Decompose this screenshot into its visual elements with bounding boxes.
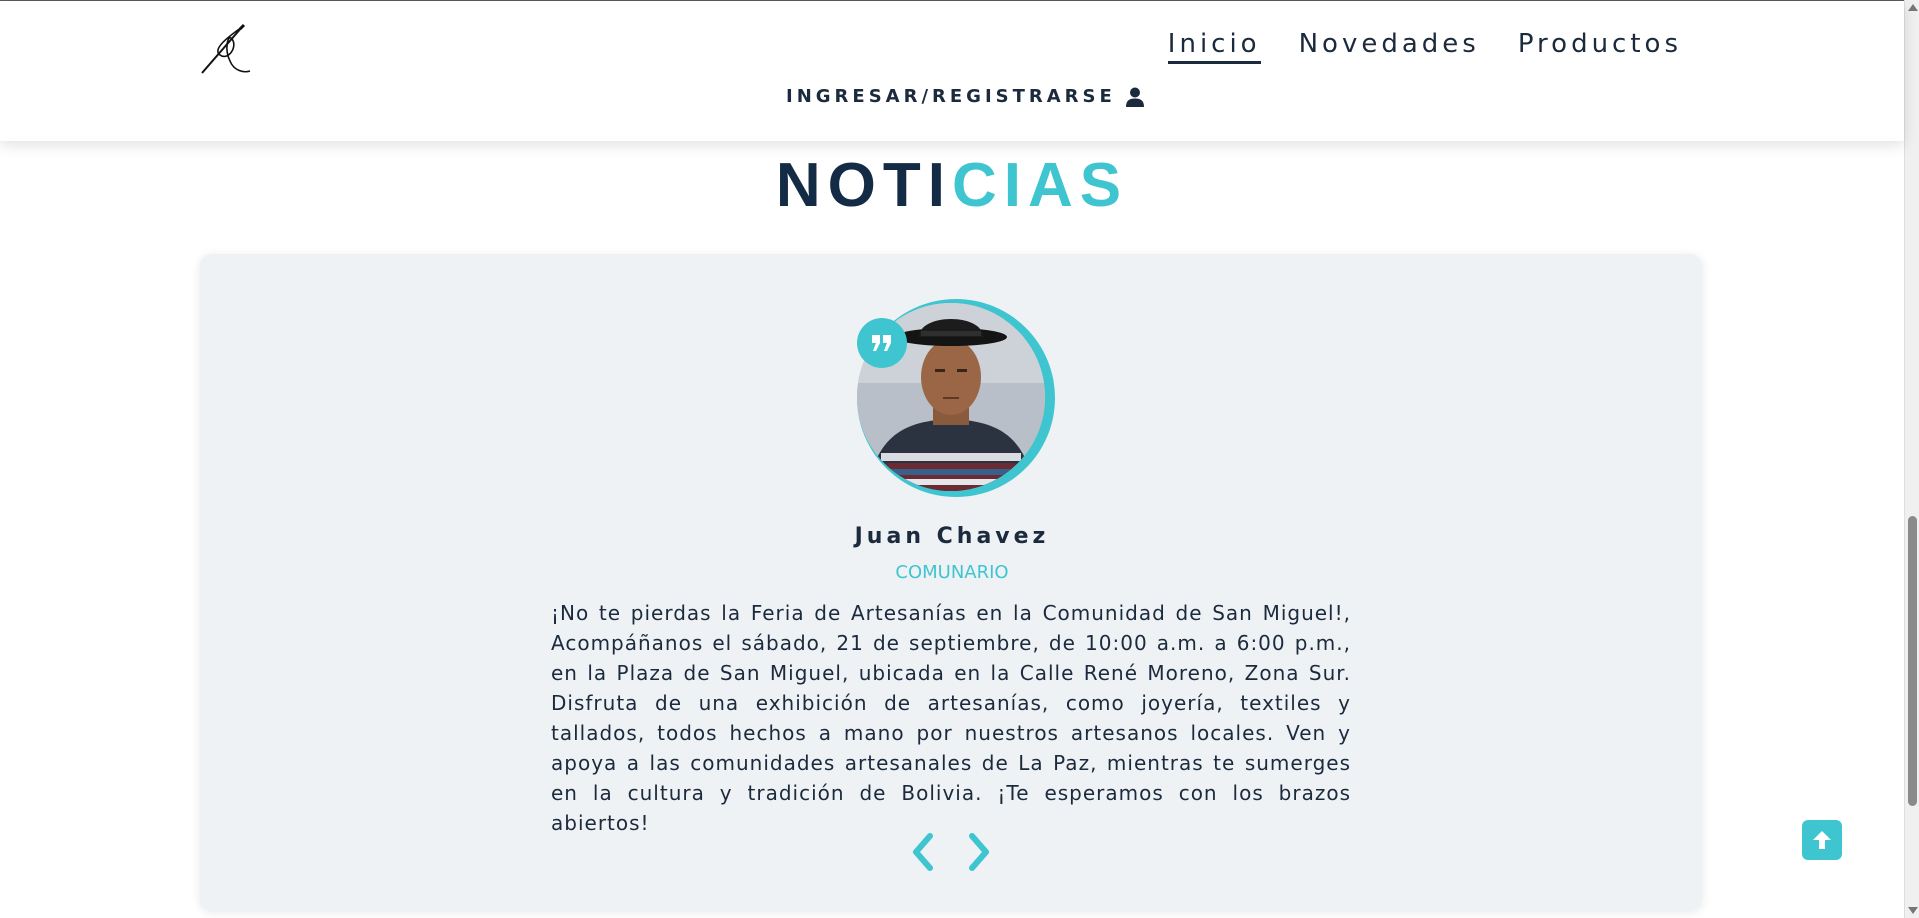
quote-badge (857, 318, 907, 368)
carousel-controls (908, 832, 994, 872)
news-body-text: ¡No te pierdas la Feria de Artesanías en… (551, 601, 1351, 835)
section-title-dark: NOTI (775, 151, 952, 220)
nav-novedades[interactable]: Novedades (1299, 29, 1480, 64)
scroll-down-arrow-icon[interactable] (1908, 907, 1918, 914)
site-header: Inicio Novedades Productos INGRESAR/REGI… (0, 1, 1904, 141)
section-title: NOTICIAS (0, 150, 1904, 221)
chevron-left-icon[interactable] (908, 832, 938, 872)
person-role: COMUNARIO (895, 562, 1009, 583)
needle-thread-icon[interactable] (198, 19, 254, 75)
quote-icon (872, 335, 891, 351)
user-icon (1125, 87, 1144, 107)
back-to-top-button[interactable] (1802, 820, 1842, 860)
person-name: Juan Chavez (854, 524, 1050, 549)
scroll-up-arrow-icon[interactable] (1908, 4, 1918, 11)
nav-productos[interactable]: Productos (1518, 29, 1682, 64)
vertical-scrollbar[interactable] (1904, 0, 1919, 918)
login-register-label: INGRESAR/REGISTRARSE (786, 86, 1116, 107)
login-register-link[interactable]: INGRESAR/REGISTRARSE (786, 86, 1144, 107)
arrow-up-icon (1813, 831, 1831, 849)
section-title-accent: CIAS (951, 151, 1129, 220)
main-nav: Inicio Novedades Productos (1167, 29, 1682, 64)
scroll-thumb[interactable] (1908, 516, 1917, 806)
nav-inicio[interactable]: Inicio (1167, 29, 1261, 64)
chevron-right-icon[interactable] (964, 832, 994, 872)
